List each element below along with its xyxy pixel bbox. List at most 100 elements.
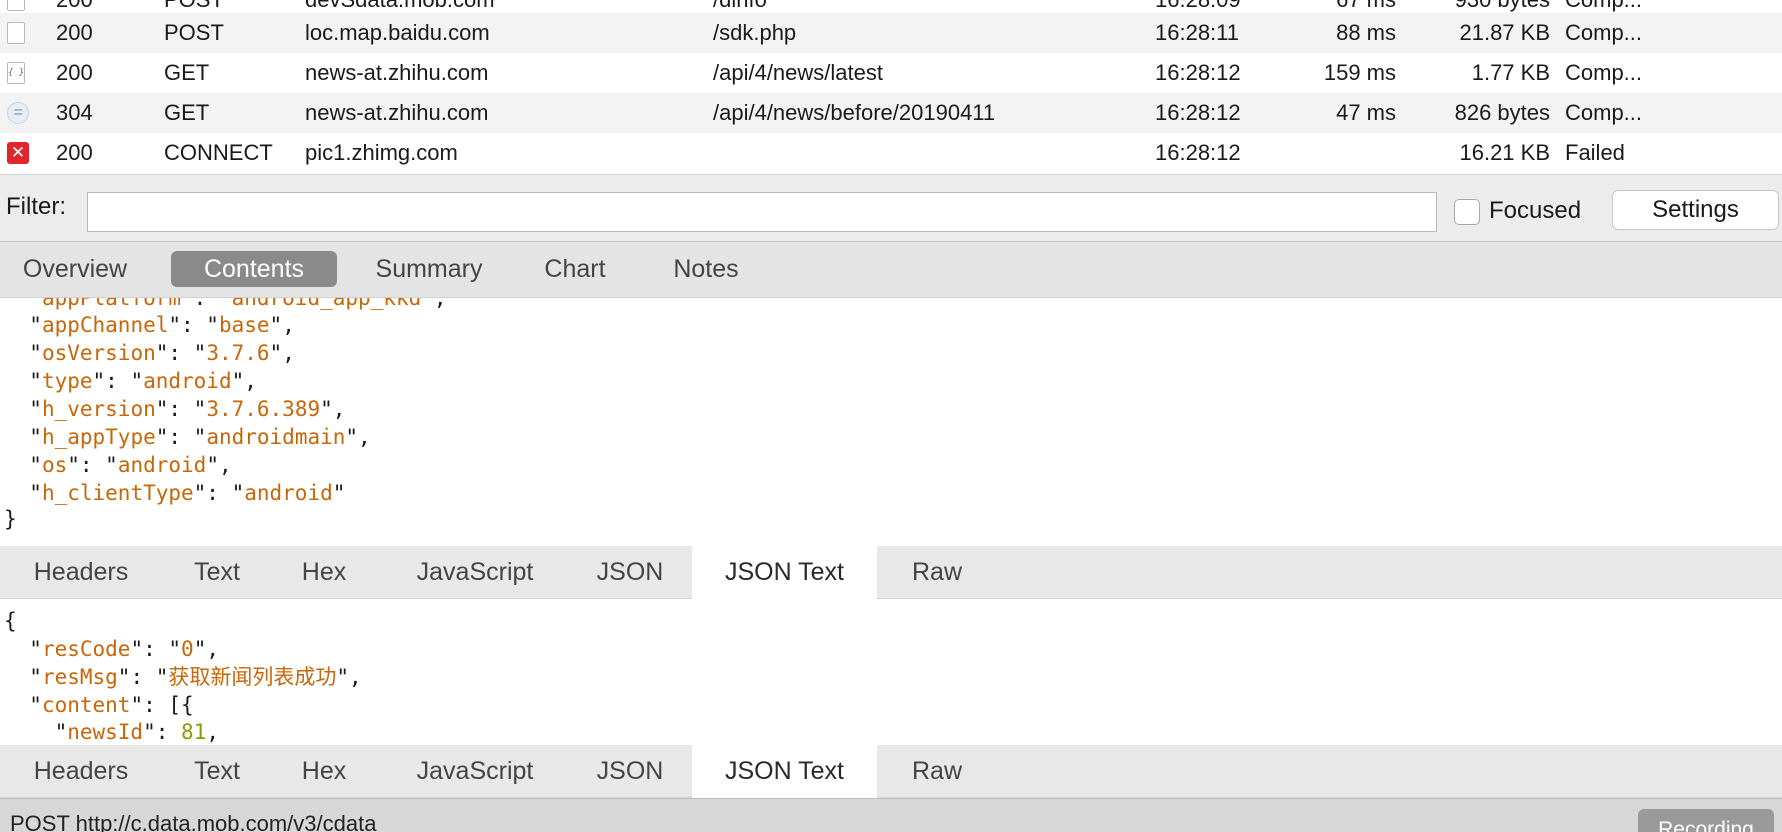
status-code: 304 [56, 100, 93, 125]
request-host: news-at.zhihu.com [305, 60, 489, 85]
json-line: "h_clientType": "android" [4, 481, 346, 505]
request-status: Comp... [1565, 20, 1643, 45]
status-code: 200 [56, 140, 93, 165]
json-value: android [244, 481, 333, 505]
status-code: 200 [56, 60, 93, 85]
request-method: GET [164, 100, 210, 125]
json-value: 获取新闻列表成功 [168, 665, 337, 689]
json-key: h_clientType [41, 481, 194, 505]
request-size: 826 bytes [1454, 100, 1550, 125]
json-line: "resCode": "0", [4, 637, 219, 661]
response-view-tabs: Headers Text Hex JavaScript JSON JSON Te… [0, 745, 1782, 798]
json-key: resCode [41, 637, 131, 661]
json-line: "type": "android", [4, 369, 257, 393]
focused-label[interactable]: Focused [1489, 197, 1581, 225]
json-line: "appPlatform": "android_app_kkd", [4, 298, 447, 312]
request-size: 16.21 KB [1459, 140, 1550, 165]
request-host: loc.map.baidu.com [305, 20, 490, 45]
json-line: "h_version": "3.7.6.389", [4, 397, 346, 421]
status-bar: POST http://c.data.mob.com/v3/cdata Reco… [0, 798, 1782, 832]
json-value: 3.7.6.389 [206, 397, 321, 421]
request-path: /api/4/news/before/20190411 [713, 100, 996, 125]
json-line: { [4, 609, 17, 633]
json-value: android_app_kkd [231, 298, 422, 310]
tab-raw[interactable]: Raw [894, 546, 980, 599]
json-comma: , [358, 425, 371, 449]
request-row[interactable]: { } 200 GET news-at.zhihu.com /api/4/new… [0, 53, 1782, 93]
json-key: os [41, 453, 68, 477]
request-size: 1.77 KB [1471, 60, 1550, 85]
json-key: appChannel [41, 313, 169, 337]
request-view-tabs: Headers Text Hex JavaScript JSON JSON Te… [0, 546, 1782, 599]
tab-json[interactable]: JSON [580, 745, 680, 798]
tab-summary[interactable]: Summary [362, 251, 496, 287]
tab-contents[interactable]: Contents [171, 251, 337, 287]
json-value: androidmain [206, 425, 346, 449]
tab-javascript[interactable]: JavaScript [392, 546, 558, 599]
main-tabs: Overview Contents Summary Chart Notes [0, 242, 1782, 298]
request-host: news-at.zhihu.com [305, 100, 489, 125]
json-comma: , [332, 397, 346, 421]
response-body-viewer[interactable]: { "resCode": "0", "resMsg": "获取新闻列表成功", … [0, 599, 1782, 745]
request-time: 16:28:12 [1155, 100, 1241, 125]
request-host: pic1.zhimg.com [305, 140, 458, 165]
json-line: "os": "android", [4, 453, 232, 477]
tab-raw[interactable]: Raw [894, 745, 980, 798]
tab-json[interactable]: JSON [580, 546, 680, 599]
request-row[interactable]: 200 POST loc.map.baidu.com /sdk.php 16:2… [0, 13, 1782, 53]
json-line: "appChannel": "base", [4, 313, 295, 337]
request-body-viewer[interactable]: "appPlatform": "android_app_kkd", "appCh… [0, 298, 1782, 546]
tab-json-text[interactable]: JSON Text [692, 745, 877, 798]
json-icon: { } [7, 62, 27, 84]
filter-bar: Filter: Focused Settings [0, 174, 1782, 242]
json-key: osVersion [41, 341, 156, 365]
json-line: "content": [{ [4, 693, 194, 717]
tab-text[interactable]: Text [176, 546, 258, 599]
tab-text[interactable]: Text [176, 745, 258, 798]
tab-json-text[interactable]: JSON Text [692, 546, 877, 599]
json-line: } [4, 507, 17, 531]
json-value: base [218, 313, 270, 337]
tab-notes[interactable]: Notes [660, 251, 752, 287]
request-method: CONNECT [164, 140, 273, 165]
request-row[interactable]: = 304 GET news-at.zhihu.com /api/4/news/… [0, 93, 1782, 133]
json-value: 3.7.6 [206, 341, 270, 365]
json-line: "osVersion": "3.7.6", [4, 341, 295, 365]
tab-javascript[interactable]: JavaScript [392, 745, 558, 798]
recording-button[interactable]: Recording [1638, 809, 1774, 832]
filter-input[interactable] [87, 192, 1437, 232]
json-key: h_appType [41, 425, 156, 449]
request-table: 200 POST devSdata.mob.com /dinfo 16:28:0… [0, 0, 1782, 174]
request-status: Comp... [1565, 60, 1643, 85]
request-duration: 47 ms [1336, 100, 1396, 125]
request-time: 16:28:12 [1155, 60, 1241, 85]
status-text: POST http://c.data.mob.com/v3/cdata [10, 811, 377, 832]
request-row[interactable]: ✕ 200 CONNECT pic1.zhimg.com 16:28:12 16… [0, 133, 1782, 173]
request-method: GET [164, 60, 210, 85]
tab-headers[interactable]: Headers [10, 546, 152, 599]
tab-hex[interactable]: Hex [286, 745, 362, 798]
json-bracket: [{ [168, 693, 194, 717]
tab-headers[interactable]: Headers [10, 745, 152, 798]
json-key: content [41, 693, 131, 717]
request-path: /sdk.php [713, 20, 797, 45]
document-icon [7, 22, 27, 44]
json-line: "newsId": 81, [4, 720, 219, 744]
json-line: "h_appType": "androidmain", [4, 425, 371, 449]
settings-button[interactable]: Settings [1612, 190, 1779, 230]
tab-overview[interactable]: Overview [16, 251, 134, 287]
tab-hex[interactable]: Hex [286, 546, 362, 599]
focused-checkbox[interactable] [1454, 199, 1480, 225]
json-comma: , [282, 341, 295, 365]
request-time: 16:28:12 [1155, 140, 1241, 165]
json-value: android [117, 453, 207, 477]
request-size: 21.87 KB [1459, 20, 1550, 45]
json-key: appPlatform [41, 298, 182, 310]
json-key: h_version [41, 397, 156, 421]
json-comma: , [218, 453, 232, 477]
json-comma: , [282, 313, 295, 337]
tab-chart[interactable]: Chart [533, 251, 617, 287]
json-value: android [143, 369, 232, 393]
json-comma: , [433, 298, 447, 310]
json-key: resMsg [41, 665, 118, 689]
